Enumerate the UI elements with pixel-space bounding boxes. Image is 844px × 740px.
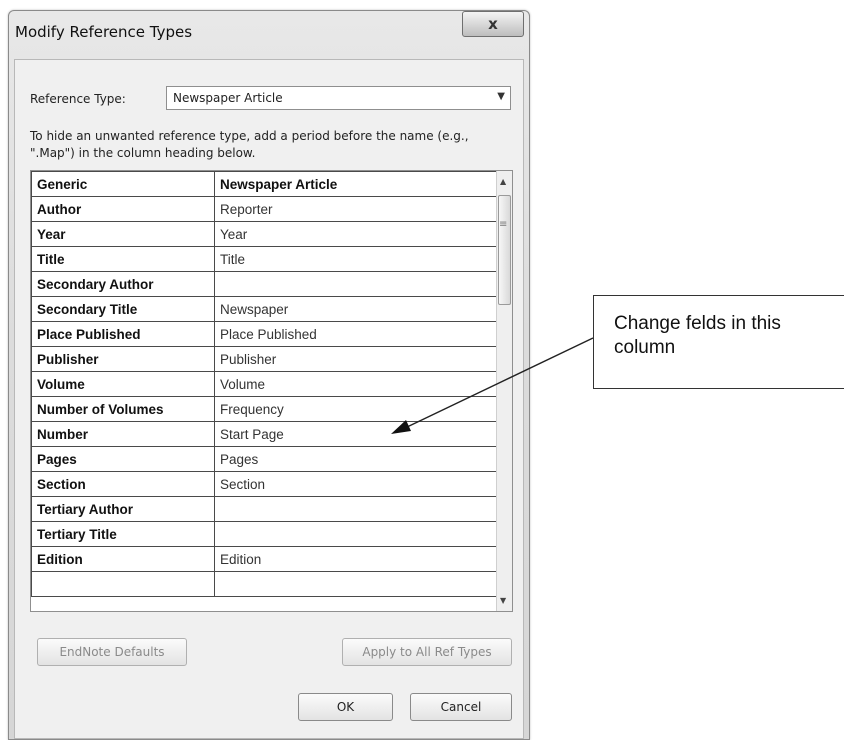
field-name-cell[interactable]: Publisher [214, 346, 497, 372]
endnote-defaults-button[interactable]: EndNote Defaults [37, 638, 187, 666]
generic-field-cell: Generic [31, 171, 215, 197]
table-row: Tertiary Author [31, 496, 497, 522]
generic-field-cell [31, 571, 215, 597]
table-row: Tertiary Title [31, 521, 497, 547]
table-row: Title Title [31, 246, 497, 272]
cancel-button[interactable]: Cancel [410, 693, 512, 721]
table-row: Secondary Title Newspaper [31, 296, 497, 322]
generic-field-cell: Pages [31, 446, 215, 472]
field-name-cell[interactable]: Start Page [214, 421, 497, 447]
scrollbar-grip-icon: ≡ [499, 219, 508, 230]
scroll-up-arrow-icon[interactable]: ▲ [500, 177, 506, 186]
table-row: Number Start Page [31, 421, 497, 447]
reference-type-column-heading[interactable]: Newspaper Article [214, 171, 497, 197]
generic-field-cell: Volume [31, 371, 215, 397]
generic-field-cell: Publisher [31, 346, 215, 372]
generic-field-cell: Edition [31, 546, 215, 572]
ok-button[interactable]: OK [298, 693, 393, 721]
field-name-cell[interactable] [214, 521, 497, 547]
field-name-cell[interactable]: Section [214, 471, 497, 497]
table-row: Section Section [31, 471, 497, 497]
field-name-cell[interactable]: Place Published [214, 321, 497, 347]
reference-type-value: Newspaper Article [173, 91, 283, 105]
field-name-cell[interactable]: Reporter [214, 196, 497, 222]
field-grid: Generic Newspaper Article Author Reporter Ye… [30, 170, 513, 612]
field-name-cell[interactable]: Title [214, 246, 497, 272]
table-row: Author Reporter [31, 196, 497, 222]
vertical-scrollbar[interactable]: ▲ ≡ ▼ [496, 171, 512, 611]
reference-type-dropdown[interactable]: Newspaper Article ▼ [166, 86, 511, 110]
field-name-cell[interactable]: Year [214, 221, 497, 247]
instruction-text: To hide an unwanted reference type, add … [30, 129, 469, 160]
generic-field-cell: Title [31, 246, 215, 272]
field-name-cell[interactable]: Pages [214, 446, 497, 472]
field-name-cell[interactable]: Newspaper [214, 296, 497, 322]
field-name-cell[interactable] [214, 571, 497, 597]
table-row: Secondary Author [31, 271, 497, 297]
close-icon: x [488, 15, 498, 33]
scrollbar-thumb[interactable] [498, 195, 511, 305]
generic-field-cell: Tertiary Title [31, 521, 215, 547]
close-button[interactable]: x [462, 11, 524, 37]
table-row: Pages Pages [31, 446, 497, 472]
dialog-body: Reference Type: Newspaper Article ▼ To h… [14, 59, 524, 739]
generic-field-cell: Number [31, 421, 215, 447]
window-title: Modify Reference Types [15, 23, 193, 41]
table-row: Edition Edition [31, 546, 497, 572]
annotation-callout: Change felds in this column [593, 295, 844, 389]
callout-text: Change felds in this column [614, 313, 781, 358]
field-table: Generic Newspaper Article Author Reporter Ye… [31, 171, 497, 597]
generic-field-cell: Secondary Author [31, 271, 215, 297]
generic-field-cell: Section [31, 471, 215, 497]
field-name-cell[interactable]: Frequency [214, 396, 497, 422]
generic-field-cell: Secondary Title [31, 296, 215, 322]
table-row: Place Published Place Published [31, 321, 497, 347]
reference-type-label: Reference Type: [30, 92, 126, 106]
table-row: Publisher Publisher [31, 346, 497, 372]
table-row: Volume Volume [31, 371, 497, 397]
table-row: Year Year [31, 221, 497, 247]
generic-field-cell: Tertiary Author [31, 496, 215, 522]
generic-field-cell: Number of Volumes [31, 396, 215, 422]
scroll-down-arrow-icon[interactable]: ▼ [500, 596, 506, 605]
generic-field-cell: Place Published [31, 321, 215, 347]
field-name-cell[interactable] [214, 271, 497, 297]
table-row: Number of Volumes Frequency [31, 396, 497, 422]
field-name-cell[interactable]: Volume [214, 371, 497, 397]
field-name-cell[interactable]: Edition [214, 546, 497, 572]
chevron-down-icon: ▼ [497, 91, 505, 102]
field-name-cell[interactable] [214, 496, 497, 522]
table-row: Generic Newspaper Article [31, 171, 497, 197]
generic-field-cell: Author [31, 196, 215, 222]
apply-to-all-ref-types-button[interactable]: Apply to All Ref Types [342, 638, 512, 666]
table-row [31, 571, 497, 597]
dialog-window: Modify Reference Types x Reference Type:… [8, 10, 530, 740]
generic-field-cell: Year [31, 221, 215, 247]
